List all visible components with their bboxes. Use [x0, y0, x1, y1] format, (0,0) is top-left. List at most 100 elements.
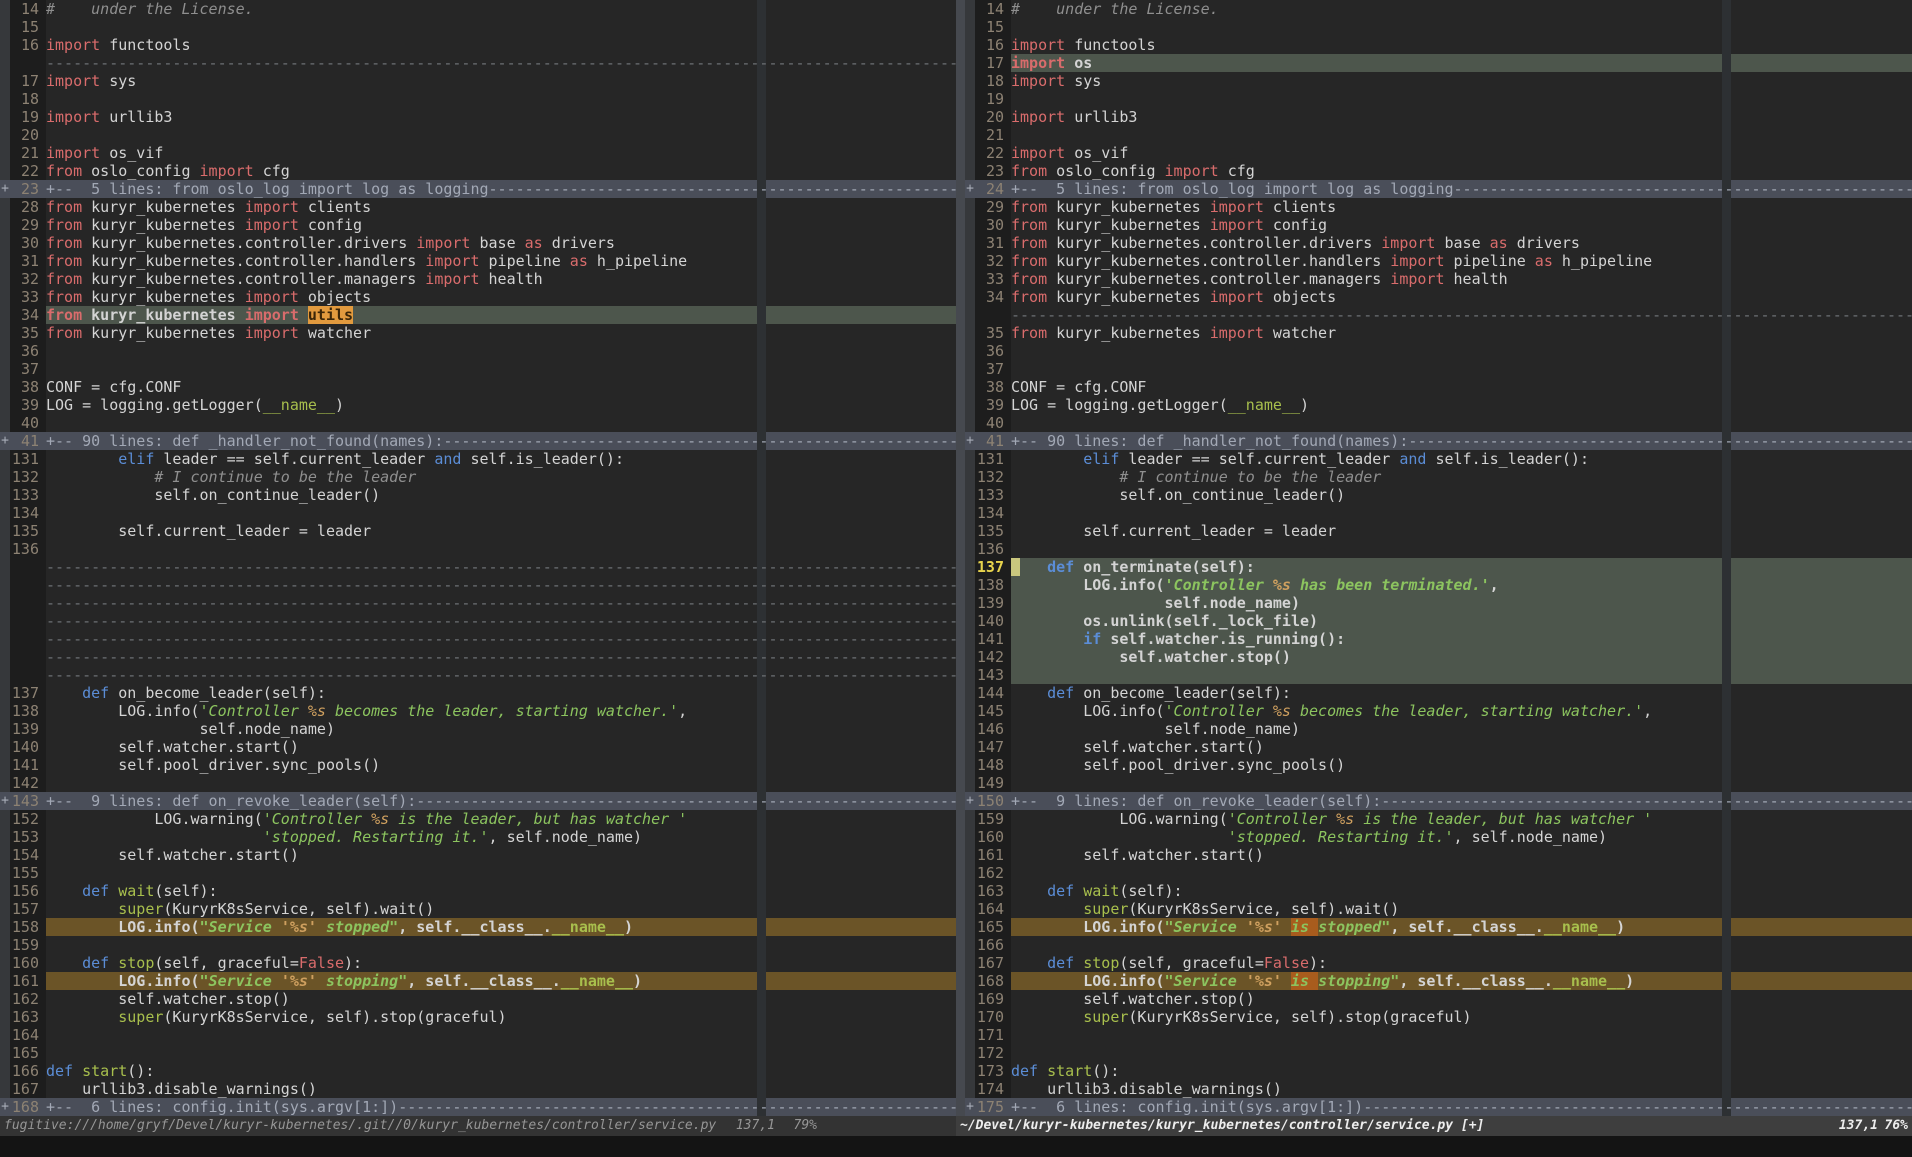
code-line[interactable]: 30from kuryr_kubernetes import config — [965, 216, 1912, 234]
code-line[interactable]: 21 — [965, 126, 1912, 144]
code-line[interactable]: 32from kuryr_kubernetes.controller.handl… — [965, 252, 1912, 270]
code-line[interactable]: 131 elif leader == self.current_leader a… — [0, 450, 956, 468]
code-line[interactable]: 143 — [965, 666, 1912, 684]
code-line[interactable]: 163 def wait(self): — [965, 882, 1912, 900]
fold-plus-icon[interactable]: + — [965, 792, 975, 810]
code-line[interactable]: 29from kuryr_kubernetes import config — [0, 216, 956, 234]
code-line[interactable]: 31from kuryr_kubernetes.controller.handl… — [0, 252, 956, 270]
code-line[interactable]: 158 LOG.info("Service '%s' stopped", sel… — [0, 918, 956, 936]
fold-line[interactable]: +168+-- 6 lines: config.init(sys.argv[1:… — [0, 1098, 956, 1116]
code-line[interactable]: 14# under the License. — [0, 0, 956, 18]
fold-line[interactable]: +175+-- 6 lines: config.init(sys.argv[1:… — [965, 1098, 1912, 1116]
code-line[interactable]: 160 def stop(self, graceful=False): — [0, 954, 956, 972]
code-line[interactable]: 162 — [965, 864, 1912, 882]
code-line[interactable]: 18import sys — [965, 72, 1912, 90]
code-line[interactable]: 136 — [0, 540, 956, 558]
code-line[interactable]: 34from kuryr_kubernetes import utils — [0, 306, 956, 324]
code-line[interactable]: 148 self.pool_driver.sync_pools() — [965, 756, 1912, 774]
code-line[interactable]: 33from kuryr_kubernetes.controller.manag… — [965, 270, 1912, 288]
fold-plus-icon[interactable]: + — [0, 180, 10, 198]
code-line[interactable]: 141 if self.watcher.is_running(): — [965, 630, 1912, 648]
code-line[interactable]: 33from kuryr_kubernetes import objects — [0, 288, 956, 306]
code-line[interactable]: 37 — [965, 360, 1912, 378]
code-line[interactable]: 139 self.node_name) — [0, 720, 956, 738]
code-line[interactable]: 29from kuryr_kubernetes import clients — [965, 198, 1912, 216]
code-line[interactable]: 22from oslo_config import cfg — [0, 162, 956, 180]
code-line[interactable]: 28from kuryr_kubernetes import clients — [0, 198, 956, 216]
code-line[interactable]: 20import urllib3 — [965, 108, 1912, 126]
code-line[interactable]: 137 def on_become_leader(self): — [0, 684, 956, 702]
code-line[interactable]: 37 — [0, 360, 956, 378]
code-line[interactable]: 160 'stopped. Restarting it.', self.node… — [965, 828, 1912, 846]
code-line[interactable]: 20 — [0, 126, 956, 144]
code-line[interactable]: 145 LOG.info('Controller %s becomes the … — [965, 702, 1912, 720]
code-area-right[interactable]: 14# under the License.1516import functoo… — [965, 0, 1912, 1116]
code-line[interactable]: 18 — [0, 90, 956, 108]
code-line[interactable]: 40 — [965, 414, 1912, 432]
code-line[interactable]: 30from kuryr_kubernetes.controller.drive… — [0, 234, 956, 252]
code-line[interactable]: 138 LOG.info('Controller %s becomes the … — [0, 702, 956, 720]
code-line[interactable]: 135 self.current_leader = leader — [965, 522, 1912, 540]
code-line[interactable]: 34from kuryr_kubernetes import objects — [965, 288, 1912, 306]
code-line[interactable]: 167 def stop(self, graceful=False): — [965, 954, 1912, 972]
code-line[interactable]: 144 def on_become_leader(self): — [965, 684, 1912, 702]
fold-plus-icon[interactable]: + — [965, 432, 975, 450]
code-line[interactable]: 170 super(KuryrK8sService, self).stop(gr… — [965, 1008, 1912, 1026]
code-line[interactable]: 171 — [965, 1026, 1912, 1044]
code-line[interactable]: 14# under the License. — [965, 0, 1912, 18]
code-line[interactable]: 169 self.watcher.stop() — [965, 990, 1912, 1008]
code-line[interactable]: 31from kuryr_kubernetes.controller.drive… — [965, 234, 1912, 252]
code-line[interactable]: 163 super(KuryrK8sService, self).stop(gr… — [0, 1008, 956, 1026]
code-line[interactable]: 149 — [965, 774, 1912, 792]
code-line[interactable]: 133 self.on_continue_leader() — [0, 486, 956, 504]
code-line[interactable]: 133 self.on_continue_leader() — [965, 486, 1912, 504]
code-line[interactable]: 40 — [0, 414, 956, 432]
code-line[interactable]: 134 — [965, 504, 1912, 522]
code-line[interactable]: 164 super(KuryrK8sService, self).wait() — [965, 900, 1912, 918]
code-line[interactable]: 32from kuryr_kubernetes.controller.manag… — [0, 270, 956, 288]
code-line[interactable]: 134 — [0, 504, 956, 522]
code-line[interactable]: 155 — [0, 864, 956, 882]
code-line[interactable]: 167 urllib3.disable_warnings() — [0, 1080, 956, 1098]
code-line[interactable]: 19import urllib3 — [0, 108, 956, 126]
code-line[interactable]: 17import os — [965, 54, 1912, 72]
code-line[interactable]: 159 — [0, 936, 956, 954]
code-line[interactable]: 164 — [0, 1026, 956, 1044]
code-line[interactable]: 168 LOG.info("Service '%s' is stopping",… — [965, 972, 1912, 990]
fold-line[interactable]: +143+-- 9 lines: def on_revoke_leader(se… — [0, 792, 956, 810]
fold-line[interactable]: +23+-- 5 lines: from oslo_log import log… — [0, 180, 956, 198]
fold-plus-icon[interactable]: + — [0, 432, 10, 450]
fold-line[interactable]: +41+-- 90 lines: def _handler_not_found(… — [0, 432, 956, 450]
code-line[interactable]: 38CONF = cfg.CONF — [965, 378, 1912, 396]
code-line[interactable]: 15 — [965, 18, 1912, 36]
code-area-left[interactable]: 14# under the License.1516import functoo… — [0, 0, 956, 1116]
code-line[interactable]: 16import functools — [965, 36, 1912, 54]
code-line[interactable]: 161 self.watcher.start() — [965, 846, 1912, 864]
code-line[interactable]: 35from kuryr_kubernetes import watcher — [0, 324, 956, 342]
code-line[interactable]: 36 — [0, 342, 956, 360]
code-line[interactable]: 140 os.unlink(self._lock_file) — [965, 612, 1912, 630]
code-line[interactable]: 138 LOG.info('Controller %s has been ter… — [965, 576, 1912, 594]
code-line[interactable]: 19 — [965, 90, 1912, 108]
code-line[interactable]: 166 — [965, 936, 1912, 954]
code-line[interactable]: 137 def on_terminate(self): — [965, 558, 1912, 576]
fold-plus-icon[interactable]: + — [965, 180, 975, 198]
code-line[interactable]: 16import functools — [0, 36, 956, 54]
code-line[interactable]: 21import os_vif — [0, 144, 956, 162]
code-line[interactable]: 22import os_vif — [965, 144, 1912, 162]
code-line[interactable]: 132 # I continue to be the leader — [0, 468, 956, 486]
code-line[interactable]: 141 self.pool_driver.sync_pools() — [0, 756, 956, 774]
fold-line[interactable]: +24+-- 5 lines: from oslo_log import log… — [965, 180, 1912, 198]
code-line[interactable]: 142 self.watcher.stop() — [965, 648, 1912, 666]
fold-plus-icon[interactable]: + — [965, 1098, 975, 1116]
code-line[interactable]: 161 LOG.info("Service '%s' stopping", se… — [0, 972, 956, 990]
code-line[interactable]: 140 self.watcher.start() — [0, 738, 956, 756]
code-line[interactable]: 136 — [965, 540, 1912, 558]
fold-line[interactable]: +150+-- 9 lines: def on_revoke_leader(se… — [965, 792, 1912, 810]
command-line[interactable] — [0, 1136, 1912, 1157]
code-line[interactable]: 166def start(): — [0, 1062, 956, 1080]
code-line[interactable]: 139 self.node_name) — [965, 594, 1912, 612]
code-line[interactable]: 156 def wait(self): — [0, 882, 956, 900]
code-line[interactable]: 153 'stopped. Restarting it.', self.node… — [0, 828, 956, 846]
fold-line[interactable]: +41+-- 90 lines: def _handler_not_found(… — [965, 432, 1912, 450]
